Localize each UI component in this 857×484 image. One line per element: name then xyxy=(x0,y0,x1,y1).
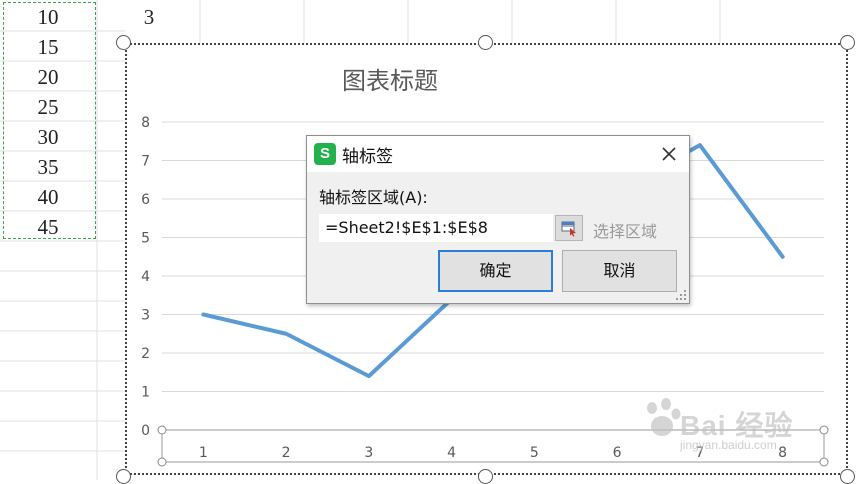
axis-label-dialog[interactable]: S 轴标签 轴标签区域(A): 选择区域 确定 取消 xyxy=(306,135,690,304)
y-tick-label: 1 xyxy=(141,385,150,401)
x-tick-label: 5 xyxy=(530,445,539,461)
y-tick-label: 2 xyxy=(141,346,150,362)
resize-handle-bottom[interactable] xyxy=(478,469,493,484)
x-tick-label: 4 xyxy=(447,445,456,461)
watermark-url: jingyan.baidu.com xyxy=(680,438,777,452)
resize-handle-top-left[interactable] xyxy=(116,35,131,50)
axis-handle xyxy=(820,458,828,466)
y-tick-label: 8 xyxy=(141,115,150,131)
x-tick-label: 3 xyxy=(364,445,373,461)
resize-handle-bottom-right[interactable] xyxy=(840,469,855,484)
resize-grip-icon[interactable] xyxy=(676,290,686,300)
y-tick-label: 3 xyxy=(141,308,150,324)
axis-label-range-label: 轴标签区域(A): xyxy=(319,184,428,208)
axis-handle xyxy=(158,426,166,434)
y-tick-label: 5 xyxy=(141,231,150,247)
dialog-titlebar[interactable]: S 轴标签 xyxy=(307,136,689,172)
range-picker-button[interactable] xyxy=(555,215,583,241)
close-icon[interactable] xyxy=(659,144,679,164)
ok-button[interactable]: 确定 xyxy=(438,250,553,292)
axis-label-range-input[interactable] xyxy=(319,214,553,242)
y-tick-label: 6 xyxy=(141,192,150,208)
axis-handle xyxy=(158,458,166,466)
chart-title[interactable]: 图表标题 xyxy=(295,61,485,96)
dialog-title: 轴标签 xyxy=(342,142,393,167)
y-tick-label: 4 xyxy=(141,269,150,285)
resize-handle-top[interactable] xyxy=(478,35,493,50)
paw-logo-icon xyxy=(642,398,682,442)
cancel-button[interactable]: 取消 xyxy=(562,250,677,292)
resize-handle-bottom-left[interactable] xyxy=(116,469,131,484)
x-tick-label: 2 xyxy=(282,445,291,461)
resize-handle-top-right[interactable] xyxy=(840,35,855,50)
y-tick-label: 0 xyxy=(141,423,150,439)
wps-app-icon: S xyxy=(314,143,336,165)
range-picker-icon xyxy=(556,216,582,240)
baidu-watermark: Bai 经验 jingyan.baidu.com xyxy=(640,388,850,448)
x-tick-label: 6 xyxy=(613,445,622,461)
select-range-label: 选择区域 xyxy=(593,218,657,242)
x-tick-label: 1 xyxy=(199,445,208,461)
y-tick-label: 7 xyxy=(141,154,150,170)
